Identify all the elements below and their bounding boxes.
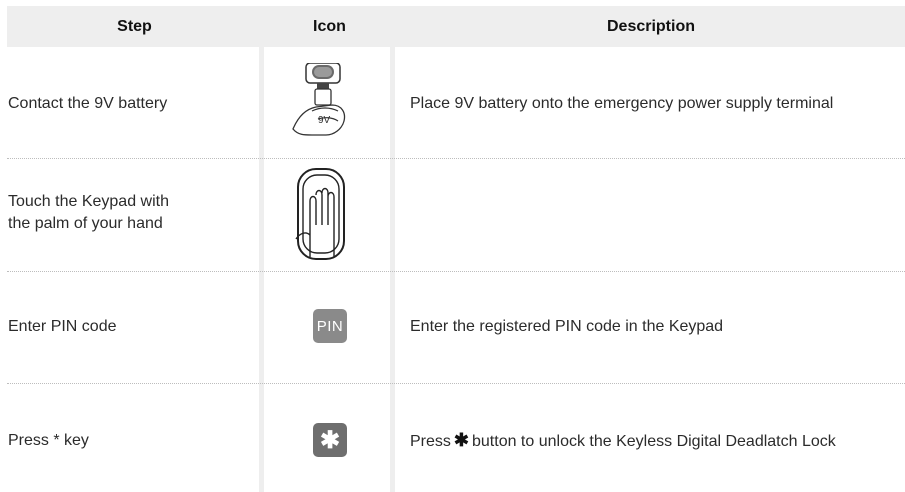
table-row: Press * key ✱ Press ✱ button to unlock the…: [7, 384, 905, 492]
table-row: Contact the 9V battery 9V Place 9V batte…: [7, 47, 905, 158]
description-suffix: button to unlock the Keyless Digital Dea…: [472, 433, 836, 450]
description-text: Enter the registered PIN code in the Key…: [410, 318, 724, 335]
instruction-table: Step Icon Description Contact the 9V bat…: [0, 0, 905, 492]
header-icon: Icon: [313, 18, 346, 35]
step-text-line1: Touch the Keypad with: [8, 193, 169, 210]
step-text: Press * key: [8, 432, 89, 449]
description-text: Press ✱ button to unlock the Keyless Digit…: [410, 430, 836, 452]
step-text: Enter PIN code: [8, 318, 117, 335]
battery-contact-icon: 9V: [290, 62, 356, 143]
header-description: Description: [606, 18, 695, 35]
asterisk-key-icon: ✱: [313, 423, 347, 457]
palm-touch-icon: [294, 165, 350, 267]
table-row: Touch the Keypad with the palm of your h…: [7, 159, 905, 271]
header-step: Step: [117, 18, 152, 35]
step-text: Contact the 9V battery: [8, 95, 168, 112]
battery-label: 9V: [318, 115, 331, 126]
description-prefix: Press: [410, 433, 451, 450]
description-text: Place 9V battery onto the emergency powe…: [410, 95, 834, 112]
table-row: Enter PIN code PIN Enter the registered …: [7, 272, 905, 383]
table-header: Step Icon Description: [7, 6, 905, 47]
asterisk-inline-icon: ✱: [453, 430, 469, 450]
step-text-line2: the palm of your hand: [8, 215, 163, 232]
pin-key-icon: PIN: [313, 309, 347, 343]
